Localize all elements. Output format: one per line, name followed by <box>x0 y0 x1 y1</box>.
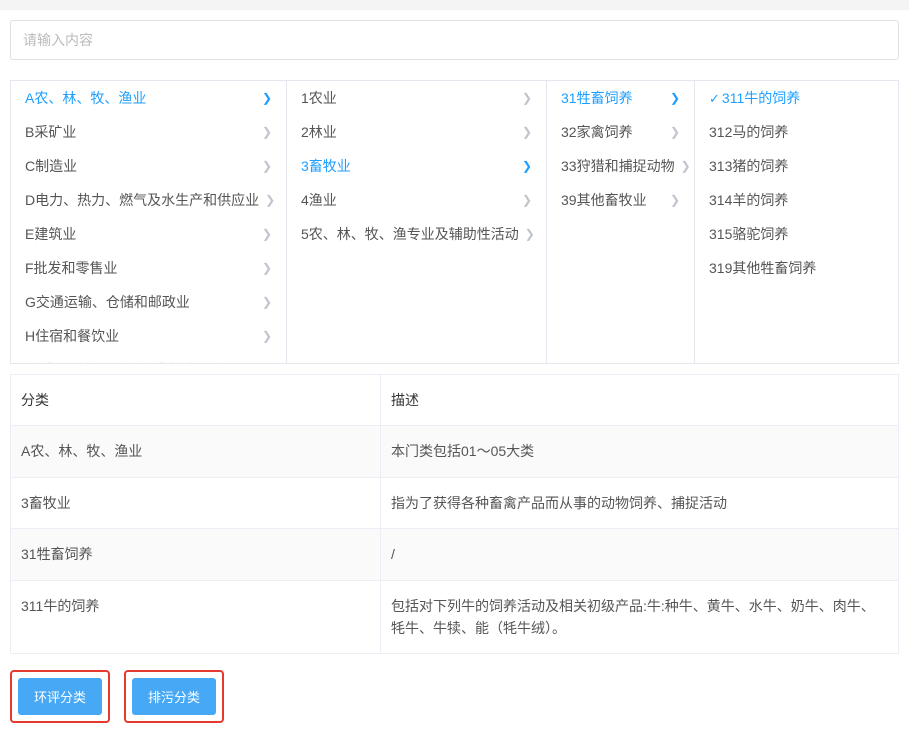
chevron-right-icon: ❯ <box>522 159 532 173</box>
check-icon: ✓ <box>709 91 720 106</box>
cascader-item-label: B采矿业 <box>25 122 76 142</box>
cascader-item[interactable]: 315骆驼饲养 <box>695 217 898 251</box>
action-buttons: 环评分类 排污分类 <box>0 664 909 737</box>
chevron-right-icon: ❯ <box>670 125 680 139</box>
cascader-item-label: 315骆驼饲养 <box>709 224 788 244</box>
category-cascader: A农、林、牧、渔业❯B采矿业❯C制造业❯D电力、热力、燃气及水生产和供应业❯E建… <box>10 80 899 364</box>
cascader-item[interactable]: 319其他牲畜饲养 <box>695 251 898 285</box>
cascader-item-label: C制造业 <box>25 156 77 176</box>
cascader-item-label: E建筑业 <box>25 224 76 244</box>
cascader-item-label: I信息传输、软件和信息技术服务业 <box>25 360 239 363</box>
cascader-item[interactable]: G交通运输、仓储和邮政业 ❯ <box>11 285 286 319</box>
cascader-item-label: 3畜牧业 <box>301 156 351 176</box>
cascader-item[interactable]: 2林业 ❯ <box>287 115 546 149</box>
cascader-column-3: 31牲畜饲养 ❯ 32家禽饲养 ❯ 33狩猎和捕捉动物 ❯ 39其他畜牧业 ❯ <box>547 81 695 363</box>
top-bar <box>0 0 909 10</box>
cascader-item-label: 314羊的饲养 <box>709 190 788 210</box>
header-category: 分类 <box>11 375 381 425</box>
cascader-item-label: 1农业 <box>301 88 337 108</box>
cascader-item[interactable]: 314羊的饲养 <box>695 183 898 217</box>
cascader-item[interactable]: 39其他畜牧业 ❯ <box>547 183 694 217</box>
cascader-item[interactable]: B采矿业 ❯ <box>11 115 286 149</box>
cascader-column-1: A农、林、牧、渔业❯B采矿业❯C制造业❯D电力、热力、燃气及水生产和供应业❯E建… <box>11 81 287 363</box>
chevron-right-icon: ❯ <box>522 91 532 105</box>
cascader-item[interactable]: A农、林、牧、渔业 ❯ <box>11 81 286 115</box>
cascader-item-label: 39其他畜牧业 <box>561 190 647 210</box>
chevron-right-icon: ❯ <box>262 329 272 343</box>
cascader-item-label: 33狩猎和捕捉动物 <box>561 156 675 176</box>
cascader-item[interactable]: F批发和零售业 ❯ <box>11 251 286 285</box>
cascader-item-label: A农、林、牧、渔业 <box>25 88 146 108</box>
cascader-item[interactable]: C制造业 ❯ <box>11 149 286 183</box>
chevron-right-icon: ❯ <box>265 193 275 207</box>
description-table: 分类 描述 A农、林、牧、渔业本门类包括01～05大类3畜牧业指为了获得各种畜禽… <box>10 374 899 654</box>
eia-button-highlight: 环评分类 <box>10 670 110 723</box>
cascader-item[interactable]: 312马的饲养 <box>695 115 898 149</box>
chevron-right-icon: ❯ <box>262 91 272 105</box>
cascader-item-label: 31牲畜饲养 <box>561 88 633 108</box>
eia-category-button[interactable]: 环评分类 <box>18 678 102 715</box>
cascader-item-label: 319其他牲畜饲养 <box>709 258 816 278</box>
chevron-right-icon: ❯ <box>522 193 532 207</box>
cascader-item[interactable]: 4渔业 ❯ <box>287 183 546 217</box>
table-row: 311牛的饲养包括对下列牛的饲养活动及相关初级产品:牛:种牛、黄牛、水牛、奶牛、… <box>11 581 898 654</box>
cell-description: 包括对下列牛的饲养活动及相关初级产品:牛:种牛、黄牛、水牛、奶牛、肉牛、牦牛、牛… <box>381 581 898 654</box>
header-description: 描述 <box>381 375 898 425</box>
cascader-item[interactable]: 33狩猎和捕捉动物 ❯ <box>547 149 694 183</box>
cell-description: 本门类包括01～05大类 <box>381 426 898 476</box>
chevron-right-icon: ❯ <box>262 159 272 173</box>
cascader-item-label: 32家禽饲养 <box>561 122 633 142</box>
cascader-item[interactable]: 3畜牧业 ❯ <box>287 149 546 183</box>
cascader-item[interactable]: I信息传输、软件和信息技术服务业❯ <box>11 353 286 363</box>
cascader-item-label: 312马的饲养 <box>709 122 788 142</box>
search-wrap <box>0 10 909 70</box>
table-row: 3畜牧业指为了获得各种畜禽产品而从事的动物饲养、捕捉活动 <box>11 478 898 529</box>
cascader-item[interactable]: 313猪的饲养 <box>695 149 898 183</box>
cascader-item-label: 5农、林、牧、渔专业及辅助性活动 <box>301 224 519 244</box>
cascader-item-label: D电力、热力、燃气及水生产和供应业 <box>25 190 259 210</box>
cascader-item-label: G交通运输、仓储和邮政业 <box>25 292 190 312</box>
cascader-column-4: ✓311牛的饲养 312马的饲养 313猪的饲养 314羊的饲养 315骆驼饲养 319其… <box>695 81 898 363</box>
cascader-item[interactable]: D电力、热力、燃气及水生产和供应业 ❯ <box>11 183 286 217</box>
emission-button-highlight: 排污分类 <box>124 670 224 723</box>
cell-category: 3畜牧业 <box>11 478 381 528</box>
cascader-item[interactable]: 5农、林、牧、渔专业及辅助性活动 ❯ <box>287 217 546 251</box>
chevron-right-icon: ❯ <box>670 91 680 105</box>
cascader-item[interactable]: E建筑业 ❯ <box>11 217 286 251</box>
cell-description: / <box>381 529 898 579</box>
cascader-item[interactable]: 32家禽饲养 ❯ <box>547 115 694 149</box>
cascader-item[interactable]: H住宿和餐饮业 ❯ <box>11 319 286 353</box>
cell-category: 31牲畜饲养 <box>11 529 381 579</box>
chevron-right-icon: ❯ <box>670 193 680 207</box>
chevron-right-icon: ❯ <box>525 227 535 241</box>
cascader-item[interactable]: 1农业 ❯ <box>287 81 546 115</box>
chevron-right-icon: ❯ <box>681 159 691 173</box>
cascader-item[interactable]: 31牲畜饲养 ❯ <box>547 81 694 115</box>
chevron-right-icon: ❯ <box>522 125 532 139</box>
cascader-item-label: 4渔业 <box>301 190 337 210</box>
cell-description: 指为了获得各种畜禽产品而从事的动物饲养、捕捉活动 <box>381 478 898 528</box>
search-input[interactable] <box>10 20 899 60</box>
cascader-item-label: F批发和零售业 <box>25 258 118 278</box>
chevron-right-icon: ❯ <box>262 125 272 139</box>
chevron-right-icon: ❯ <box>262 227 272 241</box>
cell-category: A农、林、牧、渔业 <box>11 426 381 476</box>
table-row: 31牲畜饲养/ <box>11 529 898 580</box>
cell-category: 311牛的饲养 <box>11 581 381 654</box>
table-row: A农、林、牧、渔业本门类包括01～05大类 <box>11 426 898 477</box>
cascader-item-label: H住宿和餐饮业 <box>25 326 119 346</box>
cascader-item-label: ✓311牛的饲养 <box>709 88 800 108</box>
cascader-item-label: 2林业 <box>301 122 337 142</box>
cascader-column-2: 1农业 ❯ 2林业 ❯ 3畜牧业 ❯ 4渔业 ❯ 5农、林、牧、渔专业及辅助性活动 ❯ <box>287 81 547 363</box>
cascader-item[interactable]: ✓311牛的饲养 <box>695 81 898 115</box>
chevron-right-icon: ❯ <box>262 261 272 275</box>
chevron-right-icon: ❯ <box>262 295 272 309</box>
table-header-row: 分类 描述 <box>11 375 898 426</box>
emission-category-button[interactable]: 排污分类 <box>132 678 216 715</box>
cascader-item-label: 313猪的饲养 <box>709 156 788 176</box>
